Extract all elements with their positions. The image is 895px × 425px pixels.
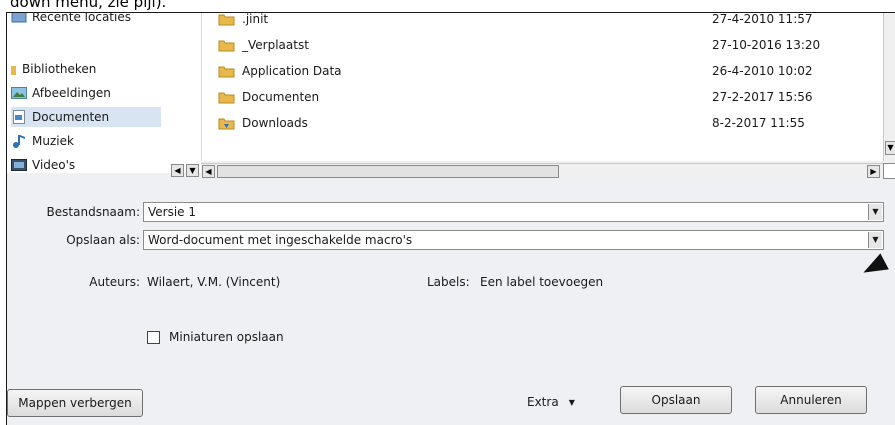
savetype-value: Word-document met ingeschakelde macro's [148,233,413,247]
extra-menu-button[interactable]: Extra ▼ [527,395,575,409]
thumbnail-checkbox[interactable] [147,331,160,344]
file-list-vertical-scrollbar[interactable]: ▼ [883,13,895,161]
authors-value[interactable]: Wilaert, V.M. (Vincent) [147,275,280,289]
file-row[interactable]: _Verplaatst 27-10-2016 13:20 [202,33,884,57]
documents-icon [11,110,27,124]
nav-item-pictures[interactable]: Afbeeldingen [11,83,111,103]
hide-folders-label: Mappen verbergen [18,396,132,410]
save-label: Opslaan [651,393,701,407]
videos-icon [11,158,27,172]
file-date: 27-2-2017 15:56 [712,90,813,104]
recent-places-icon [11,13,27,24]
music-icon [11,134,27,148]
nav-item-recent-places[interactable]: Recente locaties [11,12,131,27]
save-as-dialog: Recente locaties Bibliotheken Afbeelding… [6,12,895,425]
chevron-down-icon: ▼ [568,397,575,407]
scroll-right-icon[interactable]: ▶ [867,165,880,178]
file-row[interactable]: Application Data 26-4-2010 10:02 [202,59,884,83]
file-name: Documenten [242,90,320,104]
hide-folders-button[interactable]: Mappen verbergen [7,389,143,417]
filename-label: Bestandsnaam: [46,205,140,219]
file-row[interactable]: Documenten 27-2-2017 15:56 [202,85,884,109]
nav-item-documents[interactable]: Documenten [11,107,161,127]
authors-label: Auteurs: [89,275,140,289]
file-date: 26-4-2010 10:02 [712,64,813,78]
scroll-left-icon[interactable]: ◀ [202,165,215,178]
horizontal-scroll-thumb[interactable] [217,165,559,178]
scroll-down-icon[interactable]: ▼ [885,141,895,155]
nav-item-label: Recente locaties [32,12,131,24]
file-row[interactable]: .jinit 27-4-2010 11:57 [202,12,884,31]
file-name: Downloads [242,116,308,130]
scrollbar-corner [883,163,895,179]
nav-scroll-left-button[interactable]: ◀ [171,164,184,177]
save-button[interactable]: Opslaan [620,386,732,414]
nav-item-videos[interactable]: Video's [11,155,75,175]
nav-item-label: Documenten [32,110,110,124]
nav-item-label: Afbeeldingen [32,86,111,100]
folder-icon [218,90,235,104]
file-list: .jinit 27-4-2010 11:57 _Verplaatst 27-10… [201,13,883,161]
file-name: Application Data [242,64,342,78]
nav-item-label: Bibliotheken [22,62,97,76]
chevron-down-icon[interactable]: ▼ [868,204,882,220]
navigation-pane: Recente locaties Bibliotheken Afbeelding… [7,13,201,173]
file-date: 27-10-2016 13:20 [712,38,821,52]
folder-icon [218,38,235,52]
cancel-label: Annuleren [780,393,842,407]
labels-value[interactable]: Een label toevoegen [480,275,603,289]
thumbnail-label: Miniaturen opslaan [169,330,284,344]
chevron-down-icon[interactable]: ▼ [868,232,882,248]
nav-item-music[interactable]: Muziek [11,131,74,151]
libraries-icon [11,62,17,76]
nav-scroll-down-button[interactable]: ▼ [186,164,199,177]
folder-icon [218,64,235,78]
file-date: 27-4-2010 11:57 [712,12,813,26]
savetype-select[interactable]: Word-document met ingeschakelde macro's … [143,230,884,250]
file-name: .jinit [242,12,269,26]
labels-label: Labels: [427,275,470,289]
file-date: 8-2-2017 11:55 [712,116,805,130]
downloads-folder-icon [218,116,235,130]
file-row[interactable]: Downloads 8-2-2017 11:55 [202,111,884,135]
savetype-label: Opslaan als: [66,233,140,247]
filename-input[interactable]: Versie 1 ▼ [143,202,884,222]
file-name: _Verplaatst [242,38,309,52]
extra-label: Extra [527,395,559,409]
file-list-horizontal-scrollbar[interactable]: ◀ ▶ [201,163,883,179]
nav-item-label: Video's [32,158,76,172]
folder-icon [218,13,235,26]
cancel-button[interactable]: Annuleren [755,386,867,414]
filename-value: Versie 1 [148,205,197,219]
document-caption-text: down menu, zie pijl). [10,0,167,11]
nav-item-libraries[interactable]: Bibliotheken [11,59,96,79]
nav-item-label: Muziek [32,134,74,148]
pictures-icon [11,86,27,100]
